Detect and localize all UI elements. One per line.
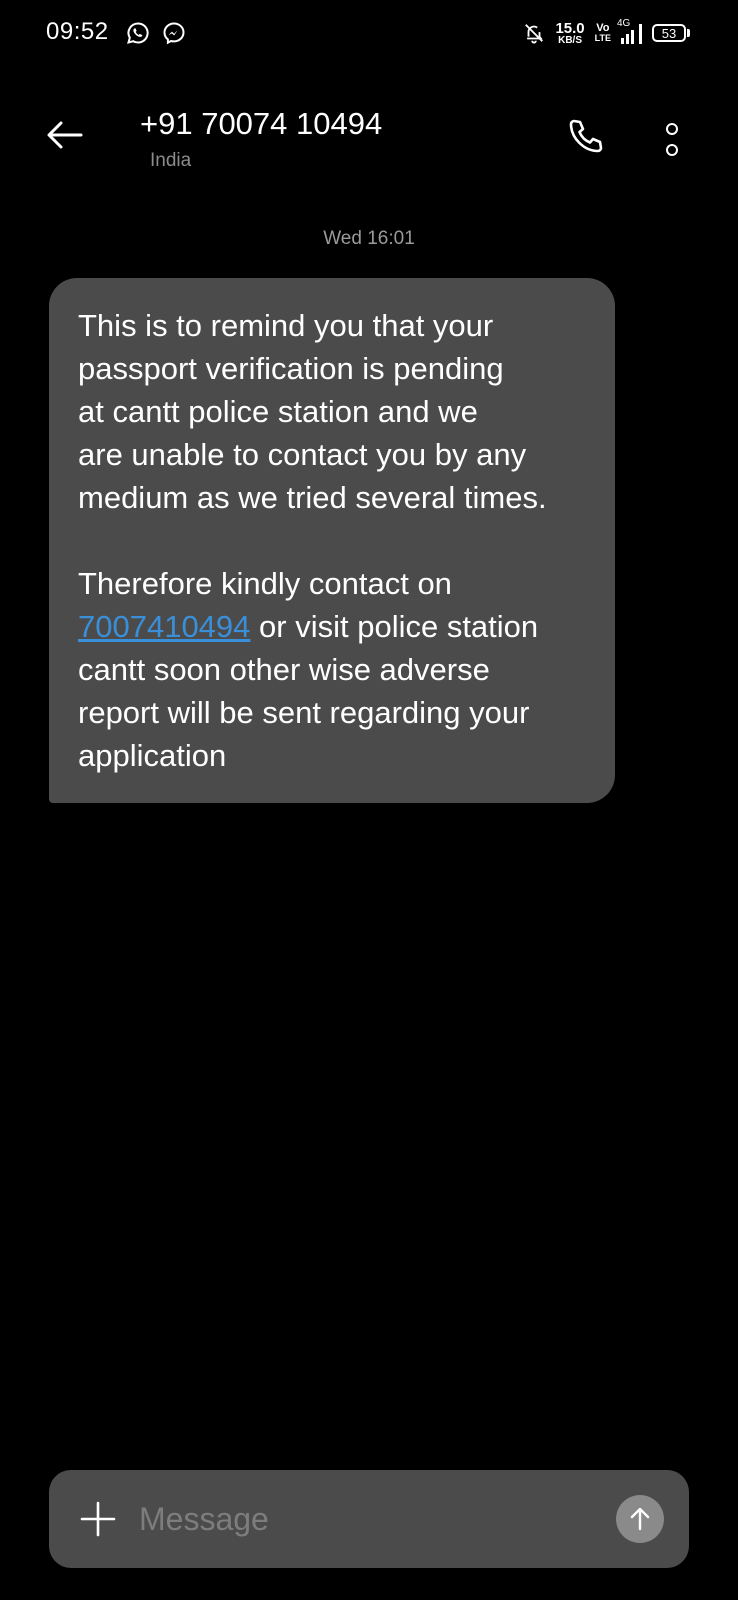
- message-line: report will be sent regarding your: [78, 695, 530, 730]
- status-time: 09:52: [46, 18, 109, 45]
- whatsapp-icon: [126, 21, 150, 45]
- message-line: 7007410494 or visit police station: [78, 605, 587, 648]
- status-bar: 09:52 15.0 KB/S Vo LTE 4G 53: [0, 0, 738, 66]
- message-line: medium as we tried several times.: [78, 480, 547, 515]
- signal-icon: 4G: [617, 18, 642, 44]
- network-speed: 15.0 KB/S: [555, 19, 585, 46]
- more-options-button[interactable]: [652, 114, 692, 164]
- send-arrow-icon: [627, 1506, 653, 1532]
- back-button[interactable]: [40, 110, 90, 160]
- send-button[interactable]: [616, 1495, 664, 1543]
- phone-icon: [566, 116, 606, 156]
- message-line: cantt soon other wise adverse: [78, 652, 490, 687]
- phone-number-link[interactable]: 7007410494: [78, 609, 250, 644]
- battery-level: 53: [652, 24, 686, 42]
- message-timestamp: Wed 16:01: [323, 228, 415, 249]
- conversation-header: +91 70074 10494 India: [0, 90, 738, 190]
- message-line: at cantt police station and we: [78, 394, 478, 429]
- more-options-icon: [666, 122, 678, 135]
- contact-location: India: [150, 150, 192, 171]
- back-arrow-icon: [45, 119, 85, 151]
- battery-icon: 53: [652, 24, 690, 42]
- message-line: passport verification is pending: [78, 351, 504, 386]
- volte-indicator: Vo LTE: [594, 22, 611, 43]
- contact-number: +91 70074 10494: [140, 106, 383, 141]
- messenger-icon: [162, 21, 186, 45]
- message-bubble[interactable]: This is to remind you that your passport…: [49, 278, 615, 803]
- call-button[interactable]: [562, 112, 610, 160]
- status-icons: 15.0 KB/S Vo LTE 4G 53: [523, 18, 690, 48]
- message-line: application: [78, 738, 227, 773]
- mute-bell-icon: [523, 22, 545, 44]
- message-text: or visit police station: [250, 609, 539, 644]
- attach-button[interactable]: [79, 1500, 117, 1538]
- plus-icon: [80, 1501, 116, 1537]
- message-input[interactable]: [139, 1496, 579, 1542]
- message-line: Therefore kindly contact on: [78, 566, 452, 601]
- message-line: This is to remind you that your: [78, 308, 494, 343]
- message-line: are unable to contact you by any: [78, 437, 527, 472]
- compose-bar: [49, 1470, 689, 1568]
